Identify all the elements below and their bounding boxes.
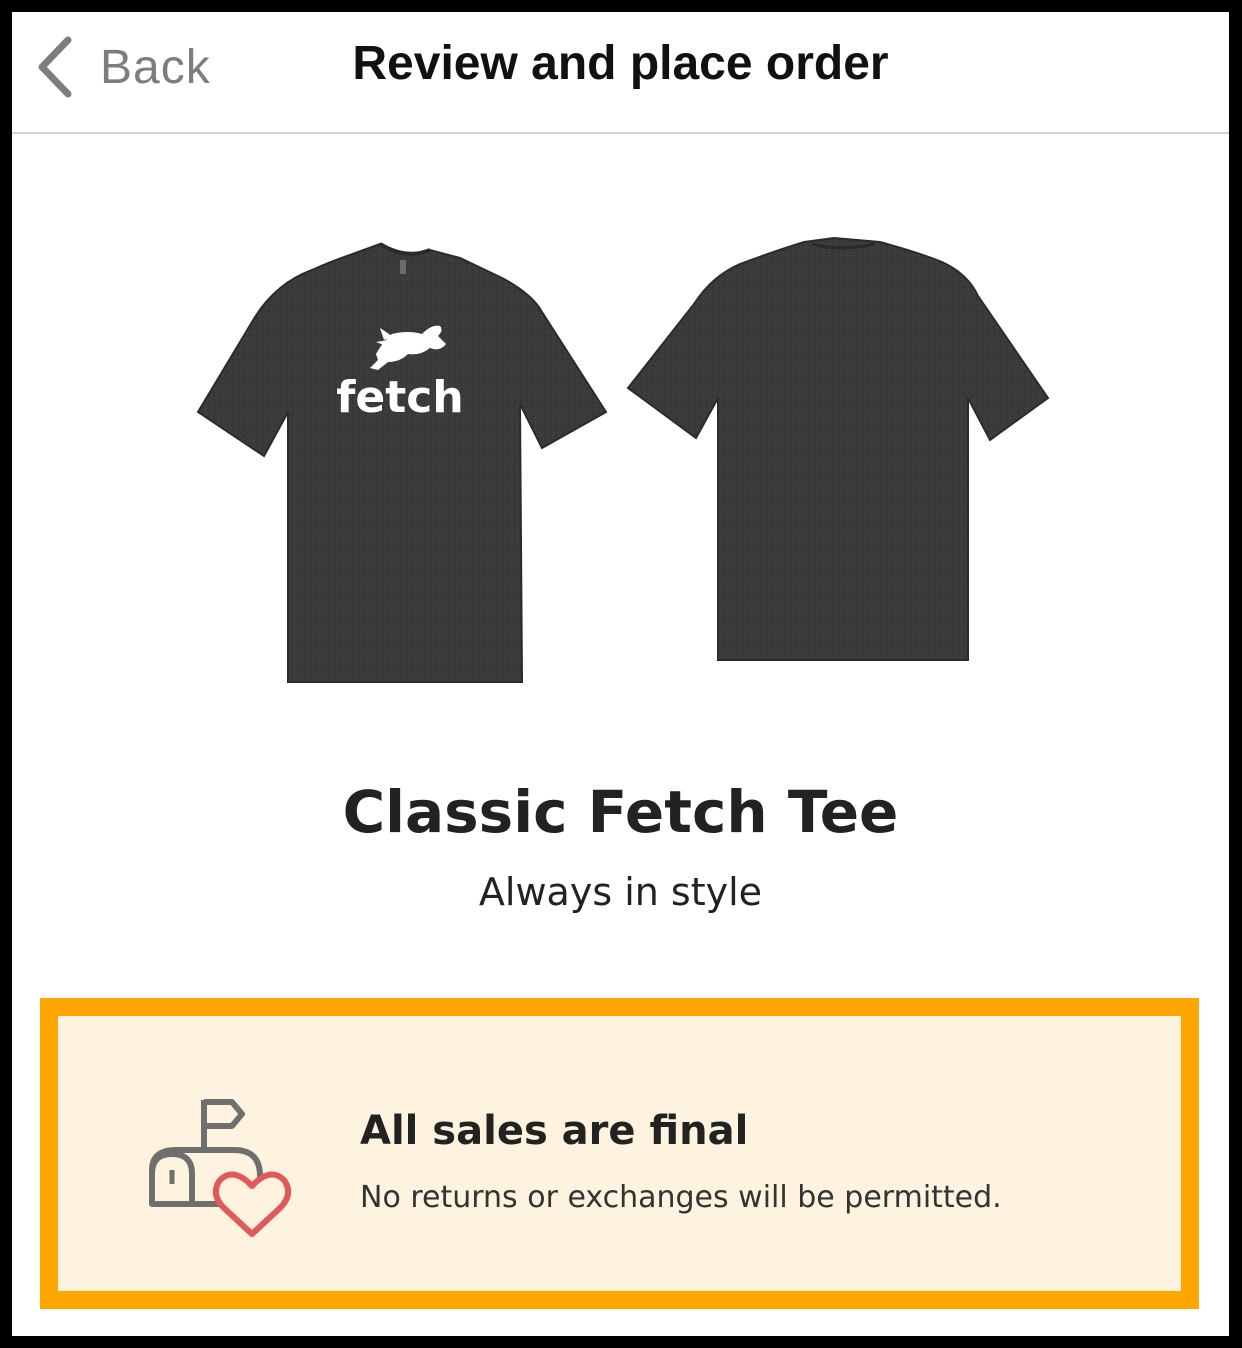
product-name: Classic Fetch Tee bbox=[342, 778, 899, 846]
mailbox-heart-icon bbox=[149, 1099, 292, 1237]
shirt-front: fetch bbox=[196, 242, 608, 683]
navigation-bar: Back Review and place order bbox=[12, 12, 1229, 134]
product-image: fetch bbox=[196, 236, 1050, 683]
final-sale-notice: All sales are final No returns or exchan… bbox=[40, 998, 1199, 1309]
screen: Back Review and place order fetch Classi… bbox=[12, 12, 1229, 1336]
product-tagline: Always in style bbox=[478, 870, 763, 914]
shirt-back bbox=[626, 236, 1050, 661]
notice-title: All sales are final bbox=[360, 1108, 749, 1154]
shirt-logo-text: fetch bbox=[336, 372, 463, 423]
page-title: Review and place order bbox=[352, 37, 889, 90]
notice-text: No returns or exchanges will be permitte… bbox=[360, 1180, 1002, 1215]
